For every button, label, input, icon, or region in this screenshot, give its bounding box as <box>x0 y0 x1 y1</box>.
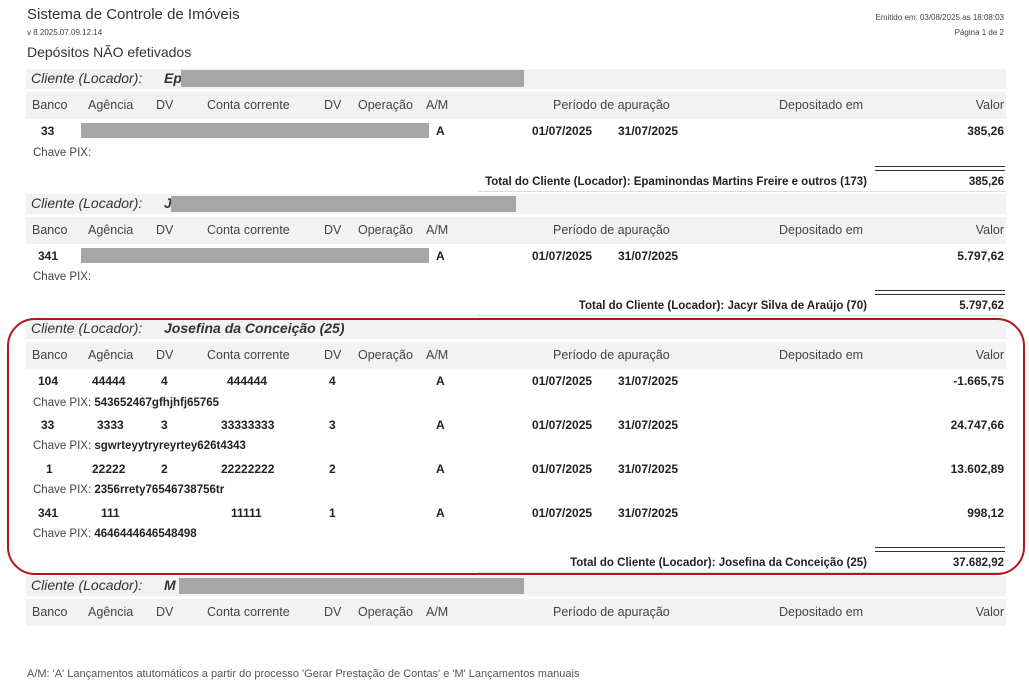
col-am: A/M <box>426 605 449 619</box>
total-underline <box>477 191 1006 192</box>
column-header-row: Banco Agência DV Conta corrente DV Opera… <box>26 217 1006 244</box>
pix-label: Chave PIX: <box>33 147 92 159</box>
client-header: Cliente (Locador): M <box>26 576 1006 596</box>
table-row: 33 A 01/07/2025 31/07/2025 385,26 <box>26 121 1006 141</box>
report-title: Depósitos NÃO efetivados <box>27 44 192 60</box>
pix-line: Chave PIX: <box>33 271 91 283</box>
emitted-timestamp: Emitido em: 03/08/2025 as 18:08:03 <box>875 13 1004 22</box>
col-operacao: Operação <box>358 223 413 237</box>
highlight-outline <box>7 318 1025 575</box>
client-total-label: Total do Cliente (Locador): Jacyr Silva … <box>578 300 867 312</box>
client-total-value: 385,26 <box>968 176 1004 188</box>
col-valor: Valor <box>975 98 1004 112</box>
col-agencia: Agência <box>88 223 134 237</box>
col-agencia: Agência <box>88 98 134 112</box>
col-valor: Valor <box>975 223 1004 237</box>
col-banco: Banco <box>32 98 68 112</box>
col-conta: Conta corrente <box>207 98 290 112</box>
pix-label: Chave PIX: <box>33 271 92 283</box>
client-label: Cliente (Locador): <box>31 70 143 86</box>
col-am: A/M <box>426 223 449 237</box>
cell-banco: 341 <box>38 249 59 263</box>
client-label: Cliente (Locador): <box>31 577 143 593</box>
redacted-block <box>179 578 524 594</box>
col-dv: DV <box>156 98 174 112</box>
col-periodo: Período de apuração <box>553 98 670 112</box>
redacted-block <box>81 248 429 263</box>
client-total-value: 5.797,62 <box>959 300 1004 312</box>
cell-am: A <box>436 249 445 263</box>
col-periodo: Período de apuração <box>553 605 670 619</box>
client-name: M <box>164 577 176 593</box>
col-conta: Conta corrente <box>207 605 290 619</box>
client-name: Ep <box>164 70 182 86</box>
col-agencia: Agência <box>88 605 134 619</box>
col-operacao: Operação <box>358 605 413 619</box>
col-dv2: DV <box>324 98 342 112</box>
col-banco: Banco <box>32 605 68 619</box>
cell-am: A <box>436 124 445 138</box>
col-depositado: Depositado em <box>779 98 864 112</box>
system-title: Sistema de Controle de Imóveis <box>27 6 240 23</box>
client-header: Cliente (Locador): J <box>26 194 1006 214</box>
cell-valor: 5.797,62 <box>957 249 1004 263</box>
col-depositado: Depositado em <box>779 605 864 619</box>
redacted-block <box>181 70 524 87</box>
col-am: A/M <box>426 98 449 112</box>
client-total-label: Total do Cliente (Locador): Epaminondas … <box>485 176 867 188</box>
cell-banco: 33 <box>41 124 55 138</box>
client-header: Cliente (Locador): Ep <box>26 69 1006 89</box>
pix-line: Chave PIX: <box>33 147 91 159</box>
total-divider <box>875 166 1005 171</box>
cell-valor: 385,26 <box>967 124 1004 138</box>
col-dv2: DV <box>324 605 342 619</box>
col-dv2: DV <box>324 223 342 237</box>
footnote: A/M: 'A' Lançamentos atutomáticos a part… <box>27 668 580 680</box>
col-dv: DV <box>156 605 174 619</box>
cell-fim: 31/07/2025 <box>618 249 679 263</box>
col-valor: Valor <box>975 605 1004 619</box>
table-row: 341 A 01/07/2025 31/07/2025 5.797,62 <box>26 246 1006 266</box>
column-header-row: Banco Agência DV Conta corrente DV Opera… <box>26 92 1006 119</box>
col-depositado: Depositado em <box>779 223 864 237</box>
page-number: Página 1 de 2 <box>954 28 1004 37</box>
redacted-block <box>81 123 429 138</box>
column-header-row: Banco Agência DV Conta corrente DV Opera… <box>26 599 1006 626</box>
redacted-block <box>171 196 516 212</box>
col-dv: DV <box>156 223 174 237</box>
col-operacao: Operação <box>358 98 413 112</box>
client-label: Cliente (Locador): <box>31 195 143 211</box>
version-label: v 8.2025.07.09.12.14 <box>27 28 103 37</box>
cell-inicio: 01/07/2025 <box>532 249 593 263</box>
total-divider <box>875 290 1005 295</box>
col-periodo: Período de apuração <box>553 223 670 237</box>
col-conta: Conta corrente <box>207 223 290 237</box>
total-underline <box>477 315 1006 316</box>
cell-inicio: 01/07/2025 <box>532 124 593 138</box>
cell-fim: 31/07/2025 <box>618 124 679 138</box>
col-banco: Banco <box>32 223 68 237</box>
